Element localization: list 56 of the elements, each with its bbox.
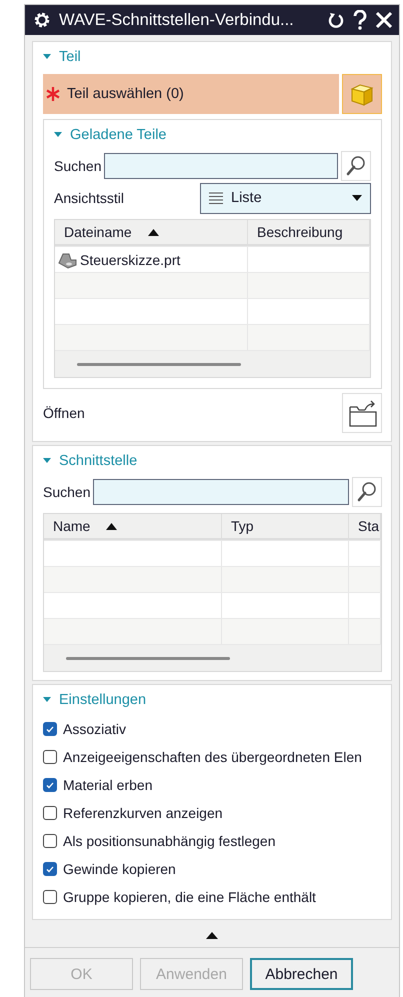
checkbox-label: Anzeigeeigenschaften des übergeordneten Elen bbox=[63, 749, 362, 765]
column-header[interactable]: Typ bbox=[222, 514, 349, 540]
checkbox[interactable] bbox=[43, 890, 57, 904]
checkbox[interactable] bbox=[43, 778, 57, 792]
search-button[interactable] bbox=[352, 477, 382, 507]
reset-icon[interactable] bbox=[327, 11, 345, 29]
dialog-button[interactable]: Abbrechen bbox=[250, 958, 353, 990]
column-header[interactable]: Dateiname bbox=[55, 220, 248, 246]
list-icon bbox=[209, 191, 223, 205]
checkbox-label: Referenzkurven anzeigen bbox=[63, 805, 223, 821]
search-label: Suchen bbox=[43, 484, 90, 500]
view-style-label: Ansichtsstil bbox=[54, 190, 124, 206]
checkbox[interactable] bbox=[43, 750, 57, 764]
column-header[interactable]: Beschreibung bbox=[248, 220, 370, 246]
search-icon bbox=[346, 155, 366, 177]
search-button[interactable] bbox=[341, 151, 371, 181]
settings-icon[interactable] bbox=[33, 11, 51, 29]
close-icon[interactable] bbox=[375, 11, 393, 29]
table-cell: Steuerskizze.prt bbox=[80, 252, 180, 268]
check-icon bbox=[46, 866, 54, 872]
scrollbar[interactable] bbox=[77, 362, 241, 366]
folder-open-icon bbox=[347, 398, 377, 428]
section-title[interactable]: Geladene Teile bbox=[70, 127, 166, 143]
open-label: Öffnen bbox=[43, 405, 85, 421]
section-title[interactable]: Einstellungen bbox=[59, 692, 146, 708]
collapse-icon[interactable] bbox=[206, 932, 218, 938]
column-header[interactable]: Name bbox=[44, 514, 222, 540]
checkbox[interactable] bbox=[43, 806, 57, 820]
column-header[interactable]: Sta bbox=[349, 514, 381, 540]
selection-label: Teil auswählen (0) bbox=[67, 86, 184, 102]
section-title[interactable]: Teil bbox=[59, 49, 81, 65]
search-icon bbox=[357, 481, 377, 503]
scrollbar[interactable] bbox=[66, 656, 230, 660]
dropdown-caret-icon bbox=[352, 195, 362, 201]
check-icon bbox=[46, 726, 54, 732]
help-icon[interactable] bbox=[353, 10, 367, 30]
checkbox[interactable] bbox=[43, 862, 57, 876]
sort-ascending-icon bbox=[106, 522, 118, 530]
checkbox[interactable] bbox=[43, 834, 57, 848]
checkbox-label: Assoziativ bbox=[63, 721, 126, 737]
window-title: WAVE-Schnittstellen-Verbindu... bbox=[59, 10, 295, 30]
view-style-dropdown[interactable]: Liste bbox=[200, 182, 371, 214]
checkbox-label: Gewinde kopieren bbox=[63, 861, 176, 877]
search-field[interactable] bbox=[93, 479, 349, 505]
checkbox[interactable] bbox=[43, 722, 57, 736]
select-part-button[interactable] bbox=[342, 74, 382, 114]
selection-bar[interactable]: Teil auswählen (0) bbox=[43, 74, 339, 114]
checkbox-label: Material erben bbox=[63, 777, 152, 793]
check-icon bbox=[46, 782, 54, 788]
section-title[interactable]: Schnittstelle bbox=[59, 453, 138, 469]
sort-ascending-icon bbox=[148, 228, 159, 236]
checkbox-label: Gruppe kopieren, die eine Fläche enthält bbox=[63, 889, 316, 905]
open-button[interactable] bbox=[342, 393, 382, 433]
search-label: Suchen bbox=[54, 158, 102, 174]
search-field[interactable] bbox=[104, 153, 338, 179]
checkbox-label: Als positionsunabhängig festlegen bbox=[63, 833, 276, 849]
